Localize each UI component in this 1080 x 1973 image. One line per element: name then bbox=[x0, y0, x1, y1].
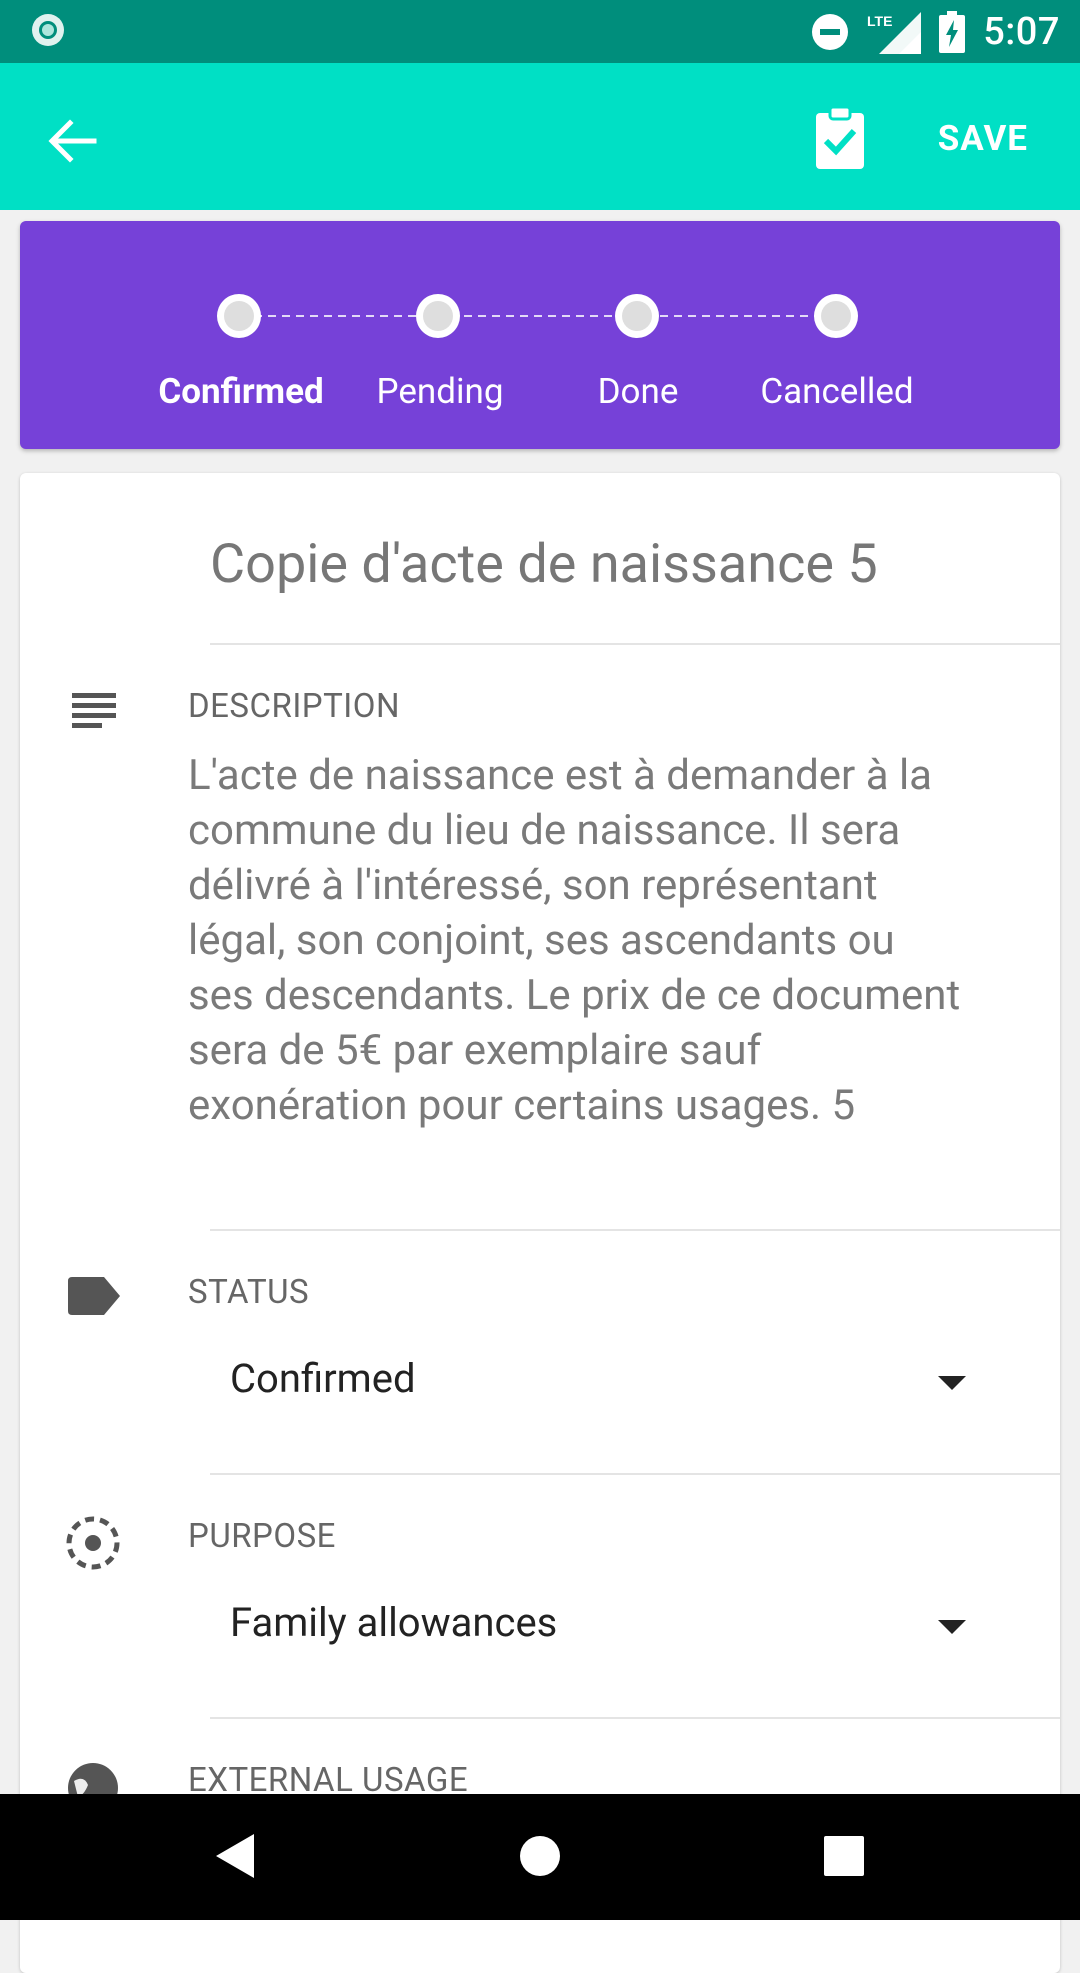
label-icon bbox=[68, 1277, 120, 1315]
status-select[interactable]: Confirmed bbox=[230, 1355, 416, 1402]
status-dropdown-arrow-icon[interactable] bbox=[938, 1376, 966, 1390]
do-not-disturb-icon bbox=[812, 13, 849, 50]
description-label: DESCRIPTION bbox=[188, 687, 401, 726]
clipboard-check-icon[interactable] bbox=[812, 105, 868, 171]
divider bbox=[210, 643, 1060, 645]
step-dot-confirmed[interactable] bbox=[217, 294, 261, 338]
step-label-done[interactable]: Done bbox=[598, 371, 679, 412]
target-dashed-icon bbox=[66, 1516, 120, 1570]
nav-back-icon[interactable] bbox=[214, 1832, 256, 1880]
navigation-bar bbox=[0, 1794, 1080, 1920]
status-label: STATUS bbox=[188, 1273, 310, 1312]
signal-icon: LTE bbox=[867, 11, 922, 54]
battery-charging-icon bbox=[939, 10, 966, 53]
purpose-dropdown-arrow-icon[interactable] bbox=[938, 1620, 966, 1634]
divider bbox=[210, 1473, 1060, 1475]
step-dot-cancelled[interactable] bbox=[814, 294, 858, 338]
step-label-pending[interactable]: Pending bbox=[377, 371, 504, 412]
nav-home-icon[interactable] bbox=[519, 1835, 561, 1877]
app-bar: SAVE bbox=[0, 63, 1080, 210]
step-dot-pending[interactable] bbox=[416, 294, 460, 338]
purpose-select[interactable]: Family allowances bbox=[230, 1599, 557, 1646]
divider bbox=[210, 1717, 1060, 1719]
stepper-track bbox=[217, 294, 858, 338]
description-field[interactable]: L'acte de naissance est à demander à la … bbox=[188, 748, 968, 1133]
divider bbox=[210, 1229, 1060, 1231]
status-time: 5:07 bbox=[983, 9, 1060, 54]
document-form-card: Copie d'acte de naissance 5 DESCRIPTION … bbox=[20, 473, 1060, 1973]
back-arrow-icon[interactable] bbox=[44, 113, 100, 169]
nav-recents-icon[interactable] bbox=[824, 1836, 864, 1876]
step-dot-done[interactable] bbox=[615, 294, 659, 338]
app-notification-icon bbox=[32, 14, 64, 46]
save-button[interactable]: SAVE bbox=[938, 116, 1028, 162]
step-label-confirmed[interactable]: Confirmed bbox=[158, 371, 323, 412]
step-label-cancelled[interactable]: Cancelled bbox=[760, 371, 913, 412]
status-bar: LTE 5:07 bbox=[0, 0, 1080, 63]
status-stepper: Confirmed Pending Done Cancelled bbox=[20, 221, 1060, 449]
purpose-label: PURPOSE bbox=[188, 1517, 336, 1556]
network-label: LTE bbox=[867, 13, 892, 29]
document-title-field[interactable]: Copie d'acte de naissance 5 bbox=[210, 533, 1010, 596]
notes-icon bbox=[72, 693, 116, 728]
